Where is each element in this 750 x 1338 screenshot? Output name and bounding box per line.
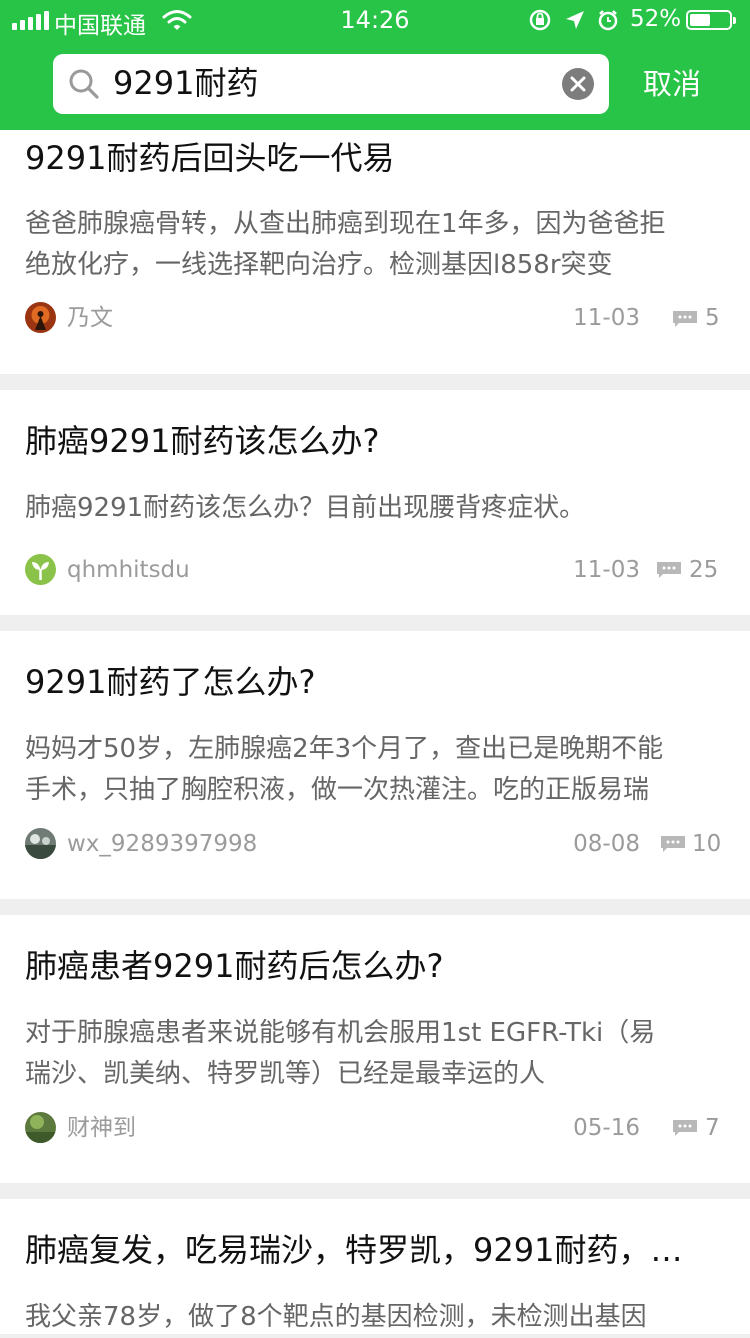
result-snippet: 我父亲78岁，做了8个靶点的基因检测，未检测出基因 bbox=[25, 1302, 647, 1332]
post-date: 11-03 bbox=[573, 557, 640, 583]
avatar[interactable] bbox=[25, 302, 56, 333]
author-name[interactable]: wx_9289397998 bbox=[67, 829, 257, 859]
author-name[interactable]: 乃文 bbox=[67, 303, 113, 333]
comment-count: 7 bbox=[705, 1115, 720, 1141]
result-snippet: 对于肺腺癌患者来说能够有机会服用1st EGFR-Tki（易 瑞沙、凯美纳、特罗… bbox=[25, 1018, 656, 1089]
comment-icon bbox=[657, 562, 681, 578]
result-card[interactable]: 肺癌9291耐药该怎么办? 肺癌9291耐药该怎么办？目前出现腰背疼症状。 qh… bbox=[0, 390, 750, 615]
comment-icon bbox=[673, 1120, 697, 1136]
result-title[interactable]: 9291耐药后回头吃一代易 bbox=[25, 138, 394, 178]
comment-icon bbox=[661, 836, 685, 852]
battery-percent: 52% bbox=[630, 6, 682, 32]
comment-count: 25 bbox=[689, 557, 719, 583]
comment-icon bbox=[673, 311, 697, 327]
result-card[interactable]: 9291耐药后回头吃一代易 爸爸肺腺癌骨转，从查出肺癌到现在1年多，因为爸爸拒 … bbox=[0, 130, 750, 374]
result-card[interactable]: 肺癌复发，吃易瑞沙，特罗凯，9291耐药，… 我父亲78岁，做了8个靶点的基因检… bbox=[0, 1199, 750, 1334]
post-date: 11-03 bbox=[573, 305, 640, 331]
author-name[interactable]: 财神到 bbox=[67, 1113, 136, 1143]
avatar[interactable] bbox=[25, 828, 56, 859]
avatar[interactable] bbox=[25, 1112, 56, 1143]
search-bar[interactable]: 9291耐药 bbox=[53, 54, 609, 114]
result-title[interactable]: 9291耐药了怎么办? bbox=[25, 662, 315, 702]
alarm-icon bbox=[598, 10, 618, 31]
author-name[interactable]: qhmhitsdu bbox=[67, 555, 190, 585]
post-date: 08-08 bbox=[573, 831, 640, 857]
battery-icon bbox=[686, 10, 736, 30]
result-title[interactable]: 肺癌患者9291耐药后怎么办? bbox=[25, 946, 443, 986]
result-snippet: 妈妈才50岁，左肺腺癌2年3个月了，查出已是晚期不能 手术，只抽了胸腔积液，做一… bbox=[25, 734, 664, 805]
result-title[interactable]: 肺癌9291耐药该怎么办? bbox=[25, 421, 379, 461]
location-icon bbox=[566, 11, 584, 29]
result-title[interactable]: 肺癌复发，吃易瑞沙，特罗凯，9291耐药，… bbox=[25, 1230, 682, 1270]
result-snippet: 爸爸肺腺癌骨转，从查出肺癌到现在1年多，因为爸爸拒 绝放化疗，一线选择靶向治疗。… bbox=[25, 209, 666, 280]
status-bar: 中国联通 14:26 52% bbox=[0, 0, 750, 40]
comment-count: 10 bbox=[692, 831, 722, 857]
post-date: 05-16 bbox=[573, 1115, 640, 1141]
avatar[interactable] bbox=[25, 554, 56, 585]
result-card[interactable]: 肺癌患者9291耐药后怎么办? 对于肺腺癌患者来说能够有机会服用1st EGFR… bbox=[0, 915, 750, 1183]
cancel-button[interactable]: 取消 bbox=[626, 64, 718, 104]
comment-count: 5 bbox=[705, 305, 720, 331]
clear-icon[interactable] bbox=[562, 68, 594, 100]
top-bar: 中国联通 14:26 52% 9291耐药 取消 bbox=[0, 0, 750, 130]
result-snippet: 肺癌9291耐药该怎么办？目前出现腰背疼症状。 bbox=[25, 493, 586, 523]
search-input[interactable]: 9291耐药 bbox=[113, 61, 258, 105]
result-card[interactable]: 9291耐药了怎么办? 妈妈才50岁，左肺腺癌2年3个月了，查出已是晚期不能 手… bbox=[0, 631, 750, 899]
rotation-lock-icon bbox=[529, 9, 551, 31]
search-icon bbox=[67, 67, 101, 105]
